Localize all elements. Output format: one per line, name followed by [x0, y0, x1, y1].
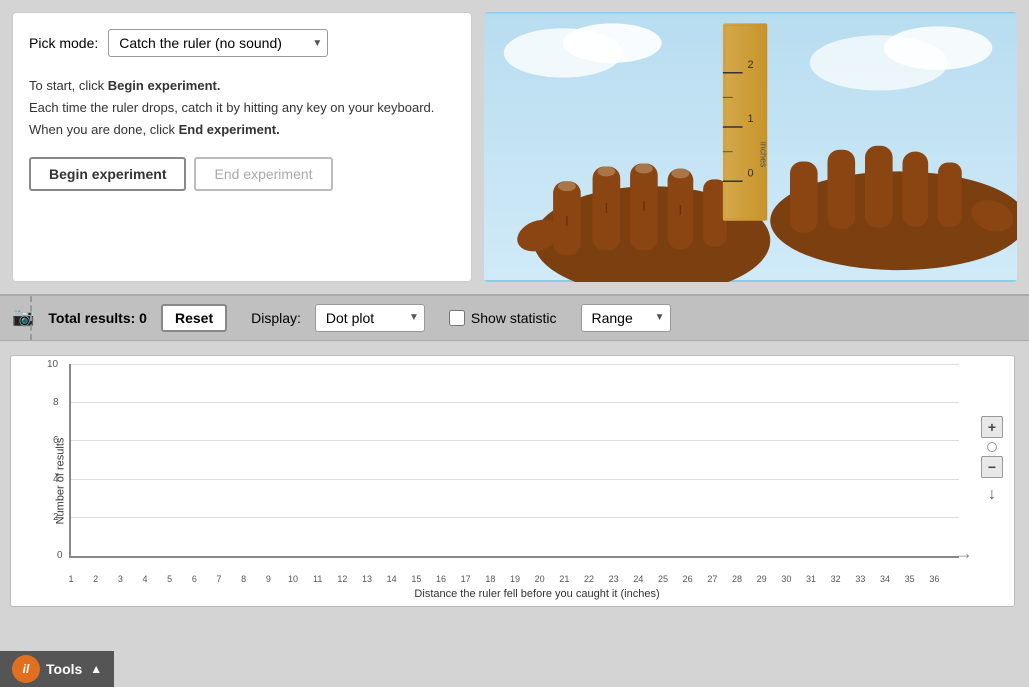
begin-experiment-button[interactable]: Begin experiment [29, 157, 186, 191]
y-tick-0: 0 [57, 550, 63, 561]
ruler-illustration: 2 1 0 inches [484, 12, 1017, 282]
x-tick-31: 31 [806, 574, 816, 584]
x-tick-18: 18 [485, 574, 495, 584]
stat-select[interactable]: Range Mean Median IQR [581, 304, 671, 332]
stat-select-wrapper: Range Mean Median IQR ▼ [581, 304, 671, 332]
x-tick-24: 24 [633, 574, 643, 584]
ruler-svg: 2 1 0 inches [484, 12, 1017, 282]
show-statistic-row: Show statistic [449, 310, 557, 326]
x-tick-3: 3 [118, 574, 123, 584]
zoom-controls: + − ↓ [981, 416, 1003, 504]
end-experiment-button: End experiment [194, 157, 332, 191]
grid-line-8: 8 [71, 402, 959, 403]
y-tick-6: 6 [53, 435, 59, 446]
pick-mode-select[interactable]: Catch the ruler (no sound) Catch the rul… [108, 29, 328, 57]
y-tick-4: 4 [53, 474, 59, 485]
display-select[interactable]: Dot plot Histogram Box plot [315, 304, 425, 332]
instruction-line1: To start, click [29, 78, 108, 93]
instruction-bold1: Begin experiment. [108, 78, 221, 93]
x-tick-15: 15 [411, 574, 421, 584]
x-tick-2: 2 [93, 574, 98, 584]
x-tick-25: 25 [658, 574, 668, 584]
top-section: Pick mode: Catch the ruler (no sound) Ca… [0, 0, 1029, 296]
x-tick-22: 22 [584, 574, 594, 584]
x-tick-14: 14 [387, 574, 397, 584]
x-tick-13: 13 [362, 574, 372, 584]
tools-label: Tools [46, 661, 82, 677]
grid-line-4: 4 [71, 479, 959, 480]
instruction-line3: When you are done, click [29, 122, 179, 137]
display-select-wrapper: Dot plot Histogram Box plot ▼ [315, 304, 425, 332]
x-tick-29: 29 [757, 574, 767, 584]
toolbar: 📷 Total results: 0 Reset Display: Dot pl… [0, 296, 1029, 341]
pick-mode-select-wrapper: Catch the ruler (no sound) Catch the rul… [108, 29, 328, 57]
x-tick-4: 4 [142, 574, 147, 584]
x-tick-11: 11 [313, 574, 322, 584]
svg-text:inches: inches [758, 142, 768, 168]
x-tick-16: 16 [436, 574, 446, 584]
instruction-line2: Each time the ruler drops, catch it by h… [29, 97, 455, 119]
x-tick-28: 28 [732, 574, 742, 584]
y-tick-2: 2 [53, 512, 59, 523]
zoom-out-button[interactable]: − [981, 456, 1003, 478]
pick-mode-row: Pick mode: Catch the ruler (no sound) Ca… [29, 29, 455, 57]
tools-bar[interactable]: il Tools ▲ [0, 651, 114, 687]
x-tick-34: 34 [880, 574, 890, 584]
dashed-separator [30, 296, 32, 340]
x-tick-12: 12 [337, 574, 347, 584]
zoom-reset-button[interactable]: ↓ [988, 486, 996, 504]
x-tick-21: 21 [559, 574, 569, 584]
svg-text:1: 1 [747, 113, 753, 125]
grid-line-6: 6 [71, 440, 959, 441]
show-statistic-checkbox[interactable] [449, 310, 465, 326]
instructions: To start, click Begin experiment. Each t… [29, 75, 455, 141]
zoom-in-button[interactable]: + [981, 416, 1003, 438]
x-tick-35: 35 [905, 574, 915, 584]
x-tick-26: 26 [683, 574, 693, 584]
x-tick-32: 32 [831, 574, 841, 584]
x-tick-7: 7 [216, 574, 221, 584]
y-tick-8: 8 [53, 397, 59, 408]
zoom-indicator [987, 442, 997, 452]
x-tick-33: 33 [855, 574, 865, 584]
grid-line-2: 2 [71, 517, 959, 518]
chart-plot: 10 8 6 4 2 0 12345678910 [69, 364, 959, 558]
show-statistic-label[interactable]: Show statistic [471, 310, 557, 326]
x-tick-19: 19 [510, 574, 520, 584]
display-label: Display: [251, 310, 301, 326]
x-axis-label: Distance the ruler fell before you caugh… [414, 588, 659, 600]
x-tick-10: 10 [288, 574, 298, 584]
x-axis-arrow: → [955, 543, 973, 564]
left-panel: Pick mode: Catch the ruler (no sound) Ca… [12, 12, 472, 282]
x-tick-17: 17 [461, 574, 471, 584]
reset-button[interactable]: Reset [161, 304, 227, 332]
x-tick-27: 27 [707, 574, 717, 584]
instruction-bold2: End experiment. [179, 122, 280, 137]
tools-logo: il [12, 655, 40, 683]
grid-line-10: 10 [71, 364, 959, 365]
svg-text:2: 2 [747, 59, 753, 71]
svg-text:0: 0 [747, 167, 753, 179]
x-tick-30: 30 [781, 574, 791, 584]
x-tick-9: 9 [266, 574, 271, 584]
x-tick-23: 23 [609, 574, 619, 584]
button-row: Begin experiment End experiment [29, 157, 455, 191]
total-results-label: Total results: 0 [48, 310, 147, 326]
x-tick-6: 6 [192, 574, 197, 584]
tools-arrow-icon: ▲ [90, 662, 102, 676]
x-tick-20: 20 [535, 574, 545, 584]
chart-section: Number of results Distance the ruler fel… [0, 341, 1029, 687]
x-tick-1: 1 [68, 574, 73, 584]
x-tick-5: 5 [167, 574, 172, 584]
x-tick-36: 36 [929, 574, 939, 584]
pick-mode-label: Pick mode: [29, 35, 98, 51]
x-tick-8: 8 [241, 574, 246, 584]
y-tick-10: 10 [47, 359, 58, 370]
